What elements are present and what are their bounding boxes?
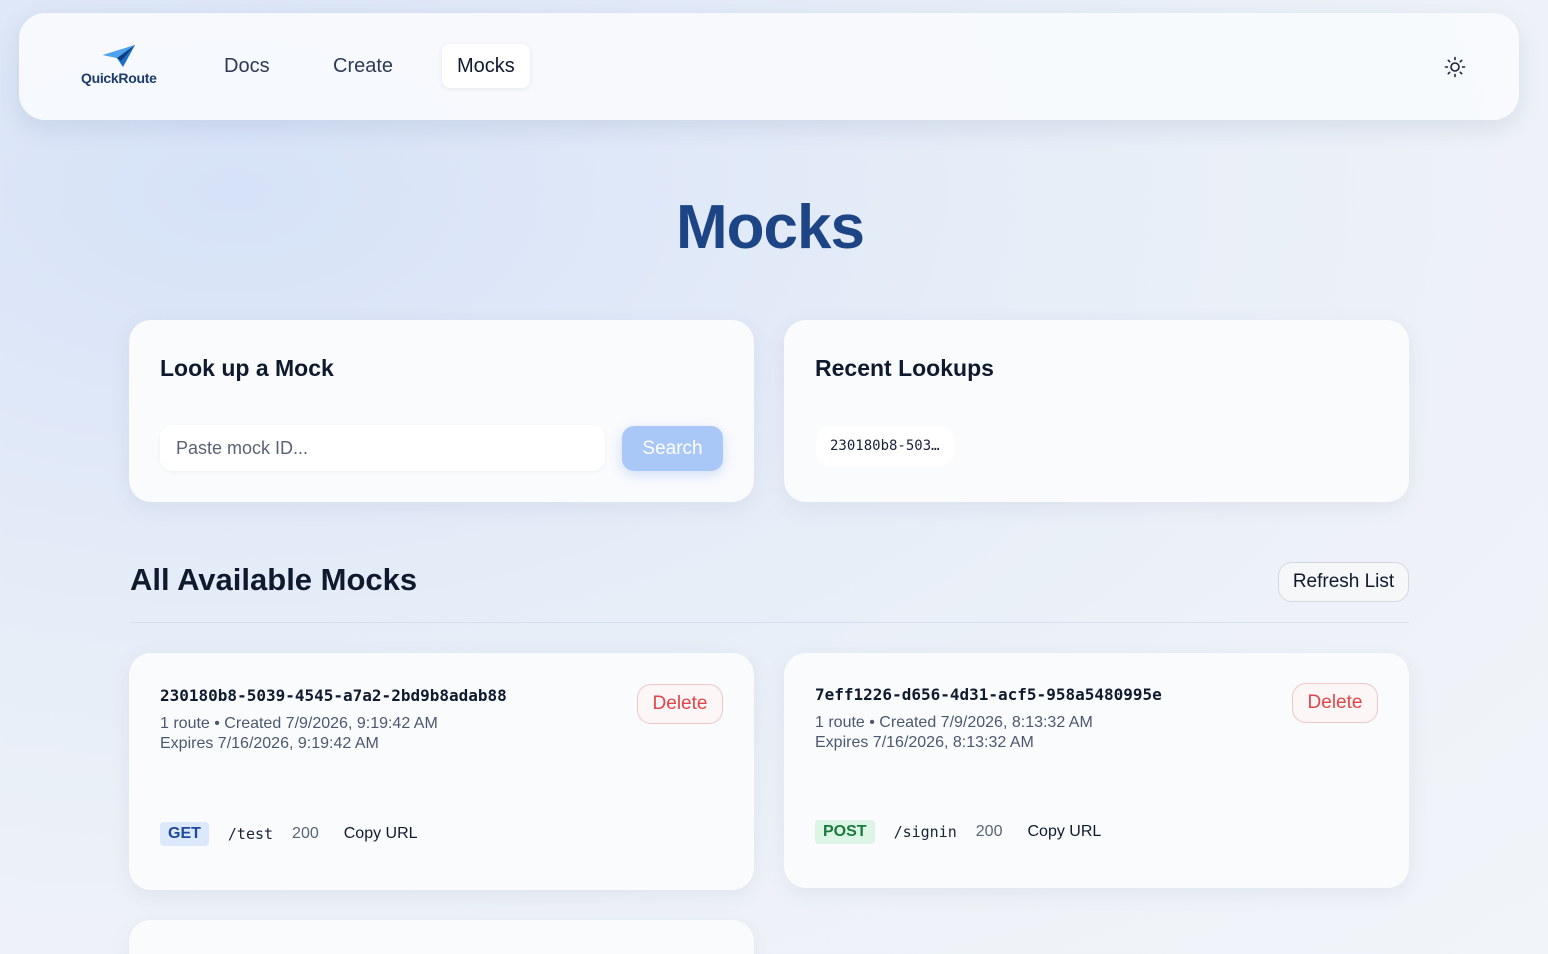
recent-lookup-chip[interactable]: 230180b8-503… (816, 426, 954, 466)
copy-url-button[interactable]: Copy URL (344, 825, 418, 843)
copy-url-button[interactable]: Copy URL (1027, 823, 1101, 841)
route-row: GET /test 200 Copy URL (160, 822, 418, 846)
route-status: 200 (292, 825, 319, 842)
mock-summary: 1 route • Created 7/9/2026, 8:13:32 AM (815, 714, 1093, 731)
mock-expires: Expires 7/16/2026, 8:13:32 AM (815, 734, 1034, 751)
mock-card: 230180b8-5039-4545-a7a2-2bd9b8adab88 1 r… (129, 653, 754, 890)
lookup-card: Look up a Mock Search (129, 320, 754, 502)
mock-meta: 1 route • Created 7/9/2026, 9:19:42 AM E… (160, 714, 438, 754)
mock-meta: 1 route • Created 7/9/2026, 8:13:32 AM E… (815, 713, 1093, 753)
mock-summary: 1 route • Created 7/9/2026, 9:19:42 AM (160, 715, 438, 732)
mock-id-search-input[interactable] (160, 425, 605, 471)
quickroute-logo[interactable]: QuickRoute (79, 43, 163, 89)
nav-link-docs[interactable]: Docs (209, 44, 285, 88)
mock-card: 7eff1226-d656-4d31-acf5-958a5480995e 1 r… (784, 653, 1409, 888)
search-button[interactable]: Search (622, 426, 723, 471)
all-mocks-heading: All Available Mocks (130, 562, 418, 597)
method-badge: GET (160, 822, 209, 846)
top-navbar: QuickRoute Docs Create Mocks (19, 13, 1519, 120)
route-row: POST /signin 200 Copy URL (815, 820, 1101, 844)
paper-plane-icon (103, 45, 135, 67)
sun-icon (1444, 56, 1466, 78)
recent-lookups-heading: Recent Lookups (815, 355, 994, 381)
mock-expires: Expires 7/16/2026, 9:19:42 AM (160, 735, 379, 752)
delete-mock-button[interactable]: Delete (637, 684, 723, 724)
theme-toggle-button[interactable] (1443, 55, 1467, 79)
recent-lookups-card: Recent Lookups 230180b8-503… (784, 320, 1409, 502)
mock-card-partial (129, 920, 754, 954)
mock-id: 230180b8-5039-4545-a7a2-2bd9b8adab88 (160, 686, 507, 705)
page-title: Mocks (676, 193, 865, 262)
section-divider (130, 622, 1409, 623)
route-path: /signin (893, 823, 957, 841)
method-badge: POST (815, 820, 875, 844)
nav-link-create[interactable]: Create (318, 44, 408, 88)
delete-mock-button[interactable]: Delete (1292, 683, 1378, 723)
nav-link-mocks[interactable]: Mocks (442, 44, 530, 88)
mock-id: 7eff1226-d656-4d31-acf5-958a5480995e (815, 685, 1162, 704)
lookup-heading: Look up a Mock (160, 355, 334, 381)
refresh-list-button[interactable]: Refresh List (1278, 562, 1409, 602)
route-path: /test (227, 825, 274, 843)
logo-text: QuickRoute (81, 70, 157, 86)
route-status: 200 (975, 823, 1003, 840)
